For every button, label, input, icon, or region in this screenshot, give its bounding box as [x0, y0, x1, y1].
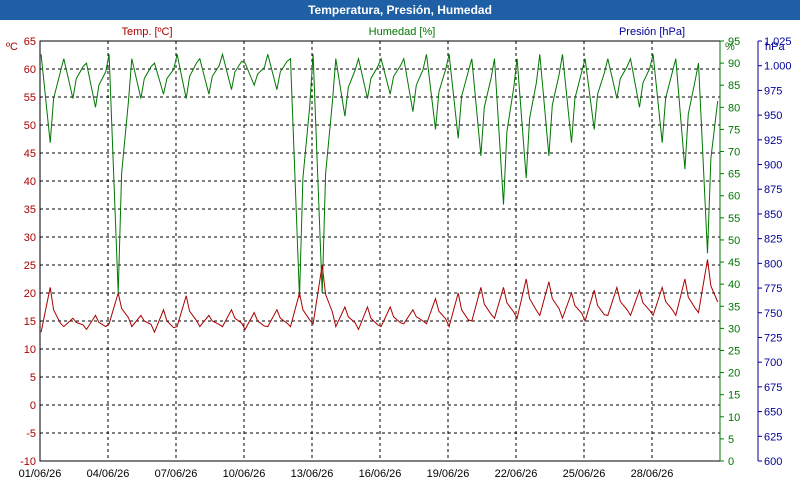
pressure-axis: 600 625 650 675 700 725 750 775 800 825 850 875 900 9… — [757, 36, 792, 468]
pressure-unit-label: hPa — [765, 41, 785, 53]
date-tick-label: 22/06/26 — [495, 468, 538, 480]
pressure-tick-label: 625 — [764, 431, 782, 443]
pressure-tick-label: 750 — [764, 308, 782, 320]
humidity-tick-label: 15 — [728, 390, 740, 402]
date-tick-label: 01/06/26 — [19, 468, 62, 480]
humidity-tick-label: 85 — [728, 80, 740, 92]
pressure-tick-label: 675 — [764, 382, 782, 394]
humidity-unit-label: % — [725, 41, 735, 53]
humidity-tick-label: 25 — [728, 345, 740, 357]
humidity-tick-label: 80 — [728, 102, 740, 114]
humidity-tick-label: 10 — [728, 412, 740, 424]
pressure-tick-label: 825 — [764, 234, 782, 246]
pressure-tick-label: 850 — [764, 209, 782, 221]
pressure-tick-label: 650 — [764, 407, 782, 419]
pressure-tick-label: 700 — [764, 357, 782, 369]
date-tick-label: 04/06/26 — [87, 468, 130, 480]
temp-tick-label: 40 — [24, 176, 36, 188]
humidity-tick-label: 65 — [728, 169, 740, 181]
humidity-axis: 05101520253035404550556065707580859095 — [719, 36, 740, 468]
temp-tick-label: 20 — [24, 288, 36, 300]
pressure-tick-label: 600 — [764, 456, 782, 468]
pressure-tick-label: 725 — [764, 332, 782, 344]
humidity-tick-label: 35 — [728, 301, 740, 313]
humidity-tick-label: 40 — [728, 279, 740, 291]
temp-tick-label: 30 — [24, 232, 36, 244]
pressure-tick-label: 800 — [764, 258, 782, 270]
date-tick-label: 16/06/26 — [359, 468, 402, 480]
date-tick-label: 10/06/26 — [223, 468, 266, 480]
humidity-tick-label: 50 — [728, 235, 740, 247]
temp-unit-label: ºC — [6, 41, 18, 53]
humidity-tick-label: 45 — [728, 257, 740, 269]
temp-tick-label: 60 — [24, 64, 36, 76]
pressure-tick-label: 925 — [764, 135, 782, 147]
humidity-tick-label: 55 — [728, 213, 740, 225]
temp-tick-label: 35 — [24, 204, 36, 216]
temp-tick-label: 15 — [24, 316, 36, 328]
temp-tick-label: 65 — [24, 36, 36, 48]
date-tick-label: 28/06/26 — [631, 468, 674, 480]
pressure-tick-label: 1.000 — [764, 61, 792, 73]
pressure-tick-label: 950 — [764, 110, 782, 122]
legend-temp: Temp. [ºC] — [121, 26, 172, 38]
temp-tick-label: 45 — [24, 148, 36, 160]
date-tick-label: 13/06/26 — [291, 468, 334, 480]
temp-tick-label: -10 — [20, 456, 36, 468]
date-tick-label: 25/06/26 — [563, 468, 606, 480]
humidity-tick-label: 70 — [728, 147, 740, 159]
humidity-tick-label: 5 — [728, 434, 734, 446]
chart-plot: -10 -5 0 5 10 15 20 25 30 35 40 45 50 55 60 65 0 5 10 15 20… — [6, 26, 792, 480]
legend-humidity: Humedad [%] — [369, 26, 436, 38]
date-tick-label: 19/06/26 — [427, 468, 470, 480]
date-axis: 01/06/26 04/06/26 07/06/26 10/06/26 13/06/26… — [19, 468, 674, 480]
humidity-tick-label: 0 — [728, 456, 734, 468]
temp-tick-label: -5 — [26, 428, 36, 440]
temp-tick-label: 25 — [24, 260, 36, 272]
temp-tick-label: 55 — [24, 92, 36, 104]
pressure-tick-label: 975 — [764, 85, 782, 97]
humidity-tick-label: 20 — [728, 368, 740, 380]
temp-tick-label: 10 — [24, 344, 36, 356]
temp-axis: -10 -5 0 5 10 15 20 25 30 35 40 45 50 55 60 65 — [20, 36, 36, 468]
pressure-tick-label: 775 — [764, 283, 782, 295]
pressure-tick-label: 875 — [764, 184, 782, 196]
temp-tick-label: 50 — [24, 120, 36, 132]
temp-tick-label: 0 — [30, 400, 36, 412]
humidity-tick-label: 75 — [728, 124, 740, 136]
humidity-tick-label: 30 — [728, 323, 740, 335]
legend-pressure: Presión [hPa] — [619, 26, 685, 38]
temp-tick-label: 5 — [30, 372, 36, 384]
humidity-tick-label: 60 — [728, 191, 740, 203]
date-tick-label: 07/06/26 — [155, 468, 198, 480]
pressure-tick-label: 900 — [764, 160, 782, 172]
humidity-tick-label: 90 — [728, 58, 740, 70]
